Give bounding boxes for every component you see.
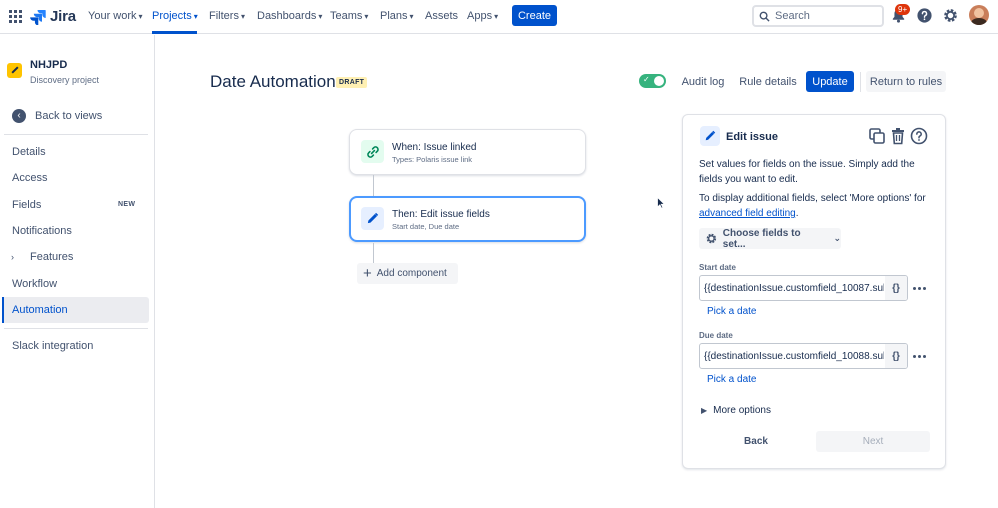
update-button[interactable]: Update — [806, 71, 854, 92]
trash-icon[interactable] — [889, 127, 907, 145]
project-name: NHJPD — [30, 59, 68, 71]
project-type: Discovery project — [30, 75, 100, 85]
search-input[interactable]: Search — [752, 5, 884, 27]
user-avatar[interactable] — [969, 5, 989, 25]
notification-count-badge: 9+ — [895, 4, 911, 15]
create-button[interactable]: Create — [512, 5, 557, 26]
new-badge: NEW — [118, 201, 136, 208]
action-subtitle: Start date, Due date — [392, 222, 460, 231]
return-to-rules-button[interactable]: Return to rules — [866, 71, 946, 92]
start-date-pick-link[interactable]: Pick a date — [707, 306, 756, 317]
nav-assets[interactable]: Assets — [425, 10, 458, 22]
due-date-label: Due date — [699, 331, 733, 340]
trigger-subtitle: Types: Polaris issue link — [392, 155, 473, 164]
page-title: Date Automation — [210, 72, 336, 91]
action-card[interactable]: Then: Edit issue fields Start date, Due … — [349, 196, 586, 242]
help-icon[interactable] — [910, 127, 928, 145]
start-date-label: Start date — [699, 263, 736, 272]
nav-plans[interactable]: Plans ▾ — [380, 10, 414, 22]
trigger-title: When: Issue linked — [392, 142, 477, 153]
sidebar-item-fields[interactable]: Fields — [12, 199, 41, 211]
due-date-input[interactable]: {{destinationIssue.customfield_10088.sub… — [699, 343, 908, 369]
checkmark-icon: ✓ — [643, 75, 650, 84]
sidebar-divider — [4, 328, 148, 329]
top-navigation: Jira Your work ▾ Projects ▾ Filters ▾ Dashb… — [0, 0, 998, 34]
start-date-input[interactable]: {{destinationIssue.customfield_10087.sub… — [699, 275, 908, 301]
trigger-card[interactable]: When: Issue linked Types: Polaris issue … — [349, 129, 586, 175]
panel-description: Set values for fields on the issue. Simp… — [699, 159, 915, 185]
sidebar-item-features[interactable]: Features — [30, 251, 73, 263]
sidebar-divider — [4, 134, 148, 135]
edit-issue-panel: Edit issue Set values for fields on the … — [682, 114, 946, 469]
rule-details-button[interactable]: Rule details — [736, 71, 800, 92]
project-sidebar: NHJPD Discovery project ‹ Back to views … — [0, 35, 155, 508]
back-button[interactable]: Back — [699, 431, 813, 452]
pencil-icon — [700, 126, 720, 146]
help-icon[interactable] — [916, 7, 933, 24]
project-icon — [7, 63, 22, 78]
search-icon — [759, 11, 770, 22]
mouse-cursor-icon — [657, 197, 665, 209]
smart-value-braces-button[interactable]: {} — [885, 344, 907, 368]
chevron-right-icon[interactable]: › — [11, 252, 14, 262]
choose-fields-dropdown[interactable]: Choose fields to set... ⌄ — [699, 228, 841, 250]
due-date-value: {{destinationIssue.customfield_10088.sub — [704, 351, 884, 362]
chevron-down-icon: ▾ — [318, 12, 323, 21]
gear-icon — [706, 233, 717, 244]
start-date-value: {{destinationIssue.customfield_10087.sub — [704, 283, 884, 294]
link-icon — [361, 140, 384, 163]
nav-apps[interactable]: Apps ▾ — [467, 10, 498, 22]
due-date-pick-link[interactable]: Pick a date — [707, 374, 756, 385]
rule-enabled-toggle[interactable]: ✓ — [639, 74, 666, 88]
chevron-down-icon: ▾ — [138, 12, 143, 21]
jira-logo-icon — [30, 9, 46, 25]
jira-logo-text: Jira — [50, 8, 76, 25]
chevron-right-icon: ▶ — [701, 406, 708, 415]
smart-value-braces-button[interactable]: {} — [885, 276, 907, 300]
add-component-button[interactable]: + Add component — [357, 263, 458, 284]
audit-log-button[interactable]: Audit log — [676, 71, 730, 92]
chevron-down-icon: ▾ — [409, 12, 414, 21]
nav-dashboards[interactable]: Dashboards ▾ — [257, 10, 322, 22]
chevron-down-icon: ▾ — [240, 12, 245, 21]
arrow-left-icon: ‹ — [12, 109, 26, 123]
more-actions-icon[interactable] — [913, 355, 928, 359]
flow-connector — [373, 175, 374, 196]
sidebar-item-access[interactable]: Access — [12, 172, 47, 184]
header-divider — [860, 72, 861, 92]
chevron-down-icon: ▾ — [193, 12, 198, 21]
sidebar-item-workflow[interactable]: Workflow — [12, 278, 57, 290]
plus-icon: + — [363, 265, 372, 282]
nav-filters[interactable]: Filters ▾ — [209, 10, 245, 22]
nav-your-work[interactable]: Your work ▾ — [88, 10, 143, 22]
next-button[interactable]: Next — [816, 431, 930, 452]
draft-status-badge: DRAFT — [336, 77, 368, 88]
nav-projects[interactable]: Projects ▾ — [152, 10, 198, 22]
panel-advanced-note: To display additional fields, select 'Mo… — [699, 193, 926, 219]
panel-title: Edit issue — [726, 131, 778, 143]
search-placeholder: Search — [775, 10, 810, 22]
advanced-field-editing-link[interactable]: advanced field editing — [699, 208, 796, 219]
chevron-down-icon: ▾ — [494, 12, 499, 21]
settings-gear-icon[interactable] — [942, 7, 959, 24]
flow-connector — [373, 243, 374, 263]
more-actions-icon[interactable] — [913, 287, 928, 291]
action-title: Then: Edit issue fields — [392, 209, 490, 220]
nav-teams[interactable]: Teams ▾ — [330, 10, 368, 22]
sidebar-item-automation[interactable]: Automation — [12, 304, 68, 316]
app-switcher-icon[interactable] — [9, 10, 22, 23]
sidebar-item-slack-integration[interactable]: Slack integration — [12, 340, 93, 352]
chevron-down-icon: ⌄ — [833, 233, 841, 243]
sidebar-item-notifications[interactable]: Notifications — [12, 225, 72, 237]
more-options-toggle[interactable]: ▶ More options — [701, 405, 771, 416]
pencil-icon — [361, 207, 384, 230]
chevron-down-icon: ▾ — [364, 12, 369, 21]
back-to-views-link[interactable]: ‹ Back to views — [12, 109, 102, 123]
duplicate-icon[interactable] — [868, 127, 886, 145]
jira-logo[interactable]: Jira — [30, 8, 76, 25]
sidebar-item-details[interactable]: Details — [12, 146, 46, 158]
active-nav-indicator — [152, 31, 197, 34]
